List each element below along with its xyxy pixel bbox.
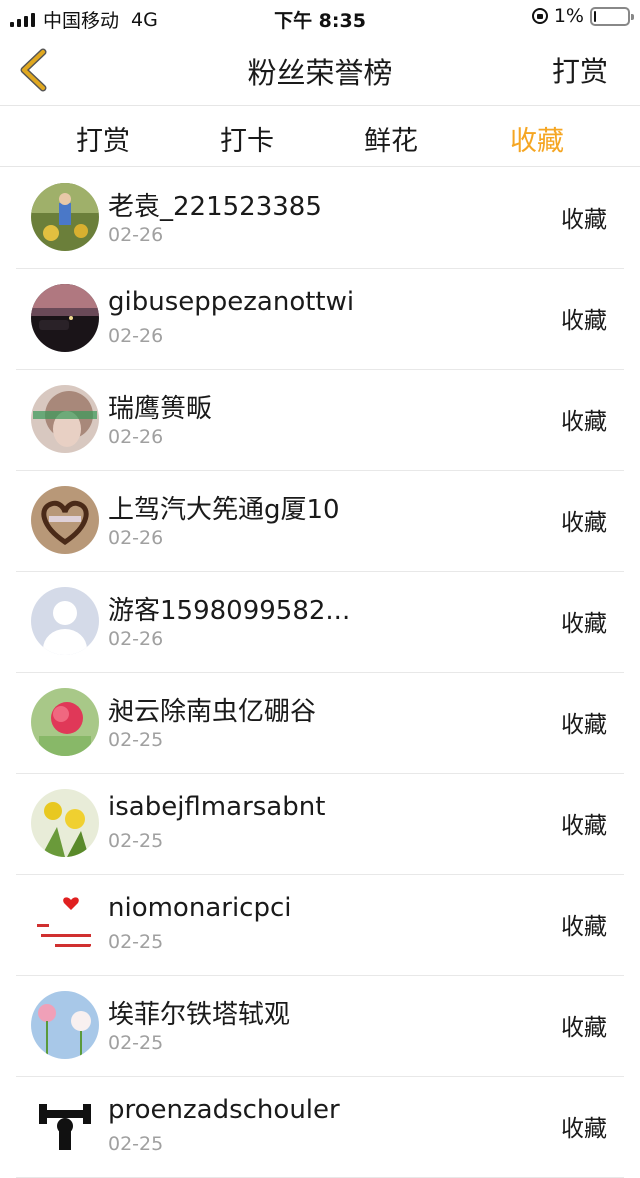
- list-item[interactable]: 瑞鹰篑畈 02-26 收藏: [0, 370, 640, 471]
- avatar[interactable]: [31, 385, 99, 453]
- avatar[interactable]: [31, 991, 99, 1059]
- user-name: 上驾汽大筅通g厦10: [108, 495, 340, 525]
- row-action-label: 收藏: [561, 409, 607, 435]
- fan-list: 老袁_221523385 02-26 收藏 gibuseppezanottwi …: [0, 168, 640, 1178]
- battery-level: [594, 10, 596, 22]
- list-item[interactable]: 埃菲尔铁塔轼观 02-25 收藏: [0, 976, 640, 1077]
- row-action-label: 收藏: [561, 1015, 607, 1041]
- list-item[interactable]: 上驾汽大筅通g厦10 02-26 收藏: [0, 471, 640, 572]
- row-action-label: 收藏: [561, 813, 607, 839]
- user-date: 02-25: [108, 729, 164, 751]
- avatar[interactable]: [31, 1092, 99, 1160]
- tab-reward[interactable]: 打赏: [48, 119, 158, 158]
- user-date: 02-26: [108, 628, 164, 650]
- user-name: 老袁_221523385: [108, 192, 322, 222]
- row-action-label: 收藏: [561, 207, 607, 233]
- user-name: gibuseppezanottwi: [108, 287, 355, 317]
- reward-button[interactable]: 打赏: [552, 50, 608, 90]
- user-name: proenzadschouler: [108, 1095, 340, 1125]
- battery-percent: 1%: [553, 5, 584, 27]
- user-name: 埃菲尔铁塔轼观: [108, 1000, 291, 1030]
- list-item[interactable]: niomonaricpci 02-25 收藏: [0, 875, 640, 976]
- avatar[interactable]: [31, 183, 99, 251]
- row-action-label: 收藏: [561, 308, 607, 334]
- avatar[interactable]: [31, 284, 99, 352]
- list-item[interactable]: gibuseppezanottwi 02-26 收藏: [0, 269, 640, 370]
- list-item[interactable]: isabejflmarsabnt 02-25 收藏: [0, 774, 640, 875]
- avatar[interactable]: [31, 890, 99, 958]
- list-item[interactable]: proenzadschouler 02-25 收藏: [0, 1077, 640, 1178]
- user-date: 02-25: [108, 931, 164, 953]
- avatar[interactable]: [31, 688, 99, 756]
- status-right: 1%: [531, 5, 634, 27]
- page-title: 粉丝荣誉榜: [247, 56, 393, 90]
- row-action-label: 收藏: [561, 712, 607, 738]
- battery-icon: [590, 6, 634, 26]
- list-item[interactable]: 老袁_221523385 02-26 收藏: [0, 168, 640, 269]
- rotation-lock-icon: [531, 8, 548, 24]
- avatar[interactable]: [31, 789, 99, 857]
- user-name: 瑞鹰篑畈: [108, 394, 213, 424]
- user-date: 02-26: [108, 325, 164, 347]
- row-action-label: 收藏: [561, 611, 607, 637]
- user-name: 游客1598099582...: [108, 596, 351, 626]
- user-date: 02-26: [108, 224, 164, 246]
- list-item[interactable]: 游客1598099582... 02-26 收藏: [0, 572, 640, 673]
- nav-bar: 粉丝荣誉榜 打赏: [0, 34, 640, 106]
- tab-bar: 打赏 打卡 鲜花 收藏: [0, 107, 640, 167]
- row-action-label: 收藏: [561, 914, 607, 940]
- user-date: 02-26: [108, 527, 164, 549]
- user-date: 02-25: [108, 830, 164, 852]
- tab-favorites[interactable]: 收藏: [482, 119, 592, 158]
- user-date: 02-25: [108, 1032, 164, 1054]
- user-date: 02-26: [108, 426, 164, 448]
- user-name: niomonaricpci: [108, 893, 292, 923]
- row-action-label: 收藏: [561, 510, 607, 536]
- list-item[interactable]: 昶云除南虫亿硼谷 02-25 收藏: [0, 673, 640, 774]
- user-name: isabejflmarsabnt: [108, 792, 326, 822]
- user-date: 02-25: [108, 1133, 164, 1155]
- status-bar: 中国移动 4G 下午 8:35 1%: [0, 0, 640, 34]
- user-name: 昶云除南虫亿硼谷: [108, 697, 317, 727]
- tab-flowers[interactable]: 鲜花: [336, 119, 446, 158]
- avatar[interactable]: [31, 486, 99, 554]
- tab-checkin[interactable]: 打卡: [192, 119, 302, 158]
- avatar[interactable]: [31, 587, 99, 655]
